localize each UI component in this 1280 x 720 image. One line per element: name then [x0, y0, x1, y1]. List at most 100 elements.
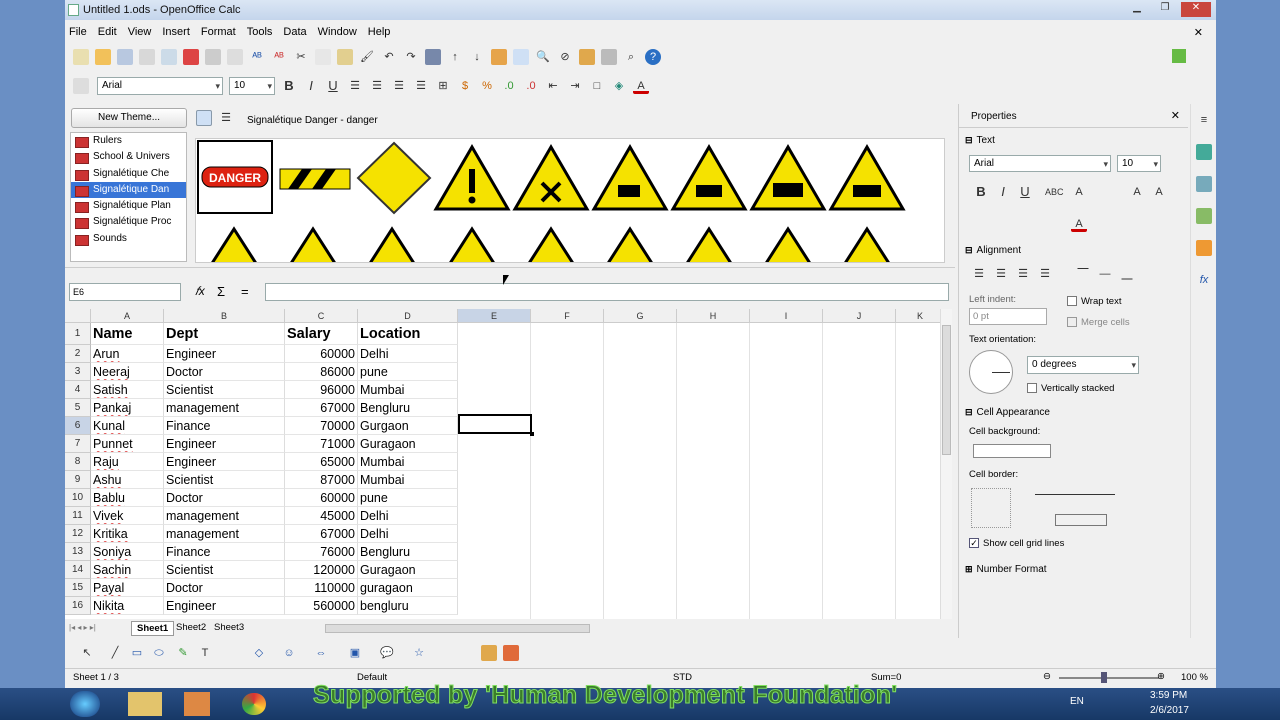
row-header[interactable]: 16: [65, 597, 91, 615]
table-cell[interactable]: Doctor: [164, 579, 285, 597]
zoom-in-icon[interactable]: ⊕: [1157, 671, 1165, 682]
row-header[interactable]: 11: [65, 507, 91, 525]
table-cell[interactable]: Kritika: [91, 525, 164, 543]
paste-icon[interactable]: [337, 49, 353, 65]
table-cell[interactable]: management: [164, 507, 285, 525]
table-cell[interactable]: Finance: [164, 417, 285, 435]
sidebar-shadow-icon[interactable]: A: [1071, 184, 1087, 200]
table-cell[interactable]: Punnet: [91, 435, 164, 453]
theme-item[interactable]: Signalétique Proc: [71, 214, 186, 230]
sort-asc-icon[interactable]: ↑: [447, 49, 463, 65]
table-cell[interactable]: management: [164, 399, 285, 417]
tab-nav-arrows[interactable]: |◂ ◂ ▸ ▸|: [69, 623, 96, 632]
table-cell[interactable]: 76000: [285, 543, 358, 561]
function-icon[interactable]: =: [241, 284, 249, 299]
table-cell[interactable]: 67000: [285, 399, 358, 417]
table-cell[interactable]: Scientist: [164, 381, 285, 399]
table-cell[interactable]: Gurgaon: [358, 417, 458, 435]
col-header-a[interactable]: A: [91, 309, 164, 323]
menu-edit[interactable]: Edit: [98, 26, 117, 38]
block-arrows-icon[interactable]: ⇔: [313, 645, 329, 661]
table-cell[interactable]: Arun: [91, 345, 164, 363]
properties-tab-icon[interactable]: [1196, 144, 1212, 160]
sidebar-underline-icon[interactable]: U: [1017, 184, 1033, 200]
left-indent-input[interactable]: 0 pt: [969, 308, 1047, 325]
col-header-g[interactable]: G: [604, 309, 677, 323]
zoom-slider-thumb[interactable]: [1101, 672, 1107, 683]
cell-border-picker[interactable]: [971, 488, 1011, 528]
table-cell[interactable]: Bengluru: [358, 543, 458, 561]
theme-item[interactable]: Rulers: [71, 133, 186, 149]
wrap-text-checkbox[interactable]: [1067, 296, 1077, 306]
minimize-button[interactable]: ▁: [1125, 2, 1149, 17]
table-cell[interactable]: Scientist: [164, 561, 285, 579]
row-header[interactable]: 12: [65, 525, 91, 543]
increase-indent-icon[interactable]: ⇥: [567, 78, 583, 94]
ellipse-icon[interactable]: ⬭: [151, 645, 167, 661]
gallery-tab-icon[interactable]: [1196, 208, 1212, 224]
table-cell[interactable]: Nikita: [91, 597, 164, 615]
sidebar-align-middle-icon[interactable]: —: [1097, 266, 1113, 282]
table-cell[interactable]: 70000: [285, 417, 358, 435]
save-icon[interactable]: [117, 49, 133, 65]
table-cell[interactable]: Doctor: [164, 489, 285, 507]
styles-tab-icon[interactable]: [1196, 176, 1212, 192]
row-header[interactable]: 1: [65, 323, 91, 345]
sidebar-align-left-icon[interactable]: ☰: [971, 266, 987, 282]
border-color-picker[interactable]: [1055, 514, 1107, 526]
table-cell[interactable]: Finance: [164, 543, 285, 561]
table-cell[interactable]: Bengluru: [358, 399, 458, 417]
merge-cells-icon[interactable]: ⊞: [435, 78, 451, 94]
spreadsheet-grid[interactable]: A B C D E F G H I J K 1 Name Dept Salary Loc…: [65, 309, 945, 619]
sidebar-font-select[interactable]: Arial: [969, 155, 1111, 172]
table-cell[interactable]: Bablu: [91, 489, 164, 507]
table-cell[interactable]: Soniya: [91, 543, 164, 561]
function-wizard-icon[interactable]: 𝑓x: [195, 284, 205, 299]
close-properties-icon[interactable]: ✕: [1171, 109, 1180, 122]
functions-tab-icon[interactable]: fx: [1196, 272, 1212, 288]
table-cell[interactable]: pune: [358, 363, 458, 381]
gallery-icon[interactable]: [579, 49, 595, 65]
table-cell[interactable]: 560000: [285, 597, 358, 615]
table-cell[interactable]: Location: [358, 323, 458, 345]
close-document-icon[interactable]: ✕: [1194, 26, 1203, 39]
vertically-stacked-checkbox[interactable]: [1027, 383, 1037, 393]
new-icon[interactable]: [73, 49, 89, 65]
col-header-e[interactable]: E: [458, 309, 531, 323]
sidebar-shrink-font-icon[interactable]: A: [1151, 184, 1167, 200]
horizontal-scroll-thumb[interactable]: [325, 624, 590, 633]
row-header[interactable]: 10: [65, 489, 91, 507]
fontwork-icon[interactable]: [503, 645, 519, 661]
table-cell[interactable]: pune: [358, 489, 458, 507]
bold-icon[interactable]: B: [281, 78, 297, 94]
add-decimal-icon[interactable]: .0: [501, 78, 517, 94]
table-cell[interactable]: Guragaon: [358, 561, 458, 579]
decrease-indent-icon[interactable]: ⇤: [545, 78, 561, 94]
menu-format[interactable]: Format: [201, 26, 236, 38]
chrome-taskbar-icon[interactable]: [242, 693, 266, 715]
sidebar-align-top-icon[interactable]: ⎺: [1075, 266, 1091, 282]
table-cell[interactable]: Doctor: [164, 363, 285, 381]
col-header-j[interactable]: J: [823, 309, 896, 323]
table-cell[interactable]: 71000: [285, 435, 358, 453]
row-header[interactable]: 15: [65, 579, 91, 597]
undo-icon[interactable]: ↶: [381, 49, 397, 65]
table-cell[interactable]: Ashu: [91, 471, 164, 489]
table-cell[interactable]: Raju: [91, 453, 164, 471]
sidebar-align-bottom-icon[interactable]: ⎽: [1119, 266, 1135, 282]
table-cell[interactable]: 96000: [285, 381, 358, 399]
font-color-icon[interactable]: A: [633, 78, 649, 94]
table-cell[interactable]: 120000: [285, 561, 358, 579]
italic-icon[interactable]: I: [303, 78, 319, 94]
from-file-icon[interactable]: [481, 645, 497, 661]
sidebar-align-center-icon[interactable]: ☰: [993, 266, 1009, 282]
col-header-d[interactable]: D: [358, 309, 458, 323]
menu-data[interactable]: Data: [283, 26, 306, 38]
sort-desc-icon[interactable]: ↓: [469, 49, 485, 65]
export-pdf-icon[interactable]: [183, 49, 199, 65]
sidebar-size-select[interactable]: 10: [1117, 155, 1161, 172]
orientation-dial[interactable]: [969, 350, 1013, 394]
font-name-select[interactable]: Arial: [97, 77, 223, 95]
freeform-icon[interactable]: ✎: [175, 645, 191, 661]
borders-icon[interactable]: □: [589, 78, 605, 94]
